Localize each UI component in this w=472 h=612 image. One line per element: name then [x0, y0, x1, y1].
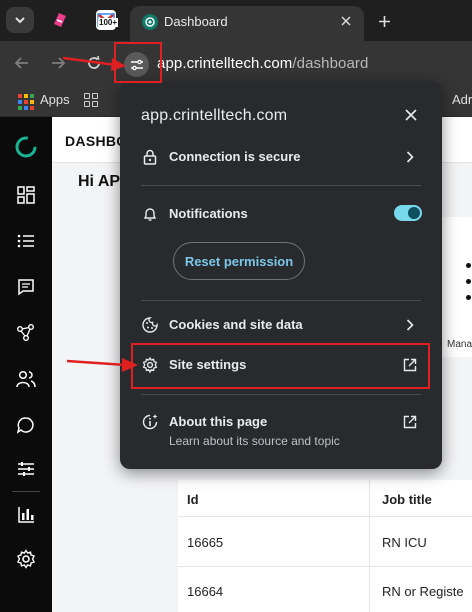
cookies-label: Cookies and site data: [169, 317, 303, 332]
message-icon[interactable]: [14, 275, 38, 299]
chat-icon[interactable]: [14, 413, 38, 437]
card-label: Mana: [447, 339, 472, 350]
chevron-right-icon: [401, 316, 419, 334]
app-sidebar: [0, 117, 52, 612]
open-external-icon: [401, 413, 419, 431]
greeting-text: Hi AP: [78, 173, 121, 190]
lock-icon: [141, 148, 159, 166]
popup-divider: [141, 300, 421, 301]
bookmark-adr[interactable]: Adr: [452, 92, 472, 107]
cookies-row[interactable]: Cookies and site data: [120, 306, 442, 344]
chevron-right-icon: [401, 148, 419, 166]
url-path: /dashboard: [292, 55, 369, 72]
pinned-tab-app[interactable]: [50, 10, 70, 30]
table-row-divider: [178, 516, 472, 517]
back-button[interactable]: [10, 51, 34, 75]
new-tab-button[interactable]: [372, 9, 396, 33]
url-host: app.crintelltech.com: [157, 55, 293, 72]
apps-grid-icon[interactable]: [18, 94, 34, 110]
gmail-badge: 100+: [98, 18, 119, 27]
annotation-arrow-bottom: [66, 358, 138, 372]
reset-permission-button[interactable]: Reset permission: [173, 242, 305, 280]
about-page-label: About this page: [169, 414, 268, 429]
bookmark-apps[interactable]: Apps: [40, 92, 70, 107]
settings-icon[interactable]: [14, 547, 38, 571]
page-title: DASHBO: [65, 133, 128, 149]
dashboard-icon[interactable]: [14, 183, 38, 207]
arrow-left-icon: [14, 57, 28, 69]
bullet-point: [466, 295, 471, 300]
users-icon[interactable]: [14, 367, 38, 391]
chevron-down-icon: [15, 17, 25, 24]
close-icon[interactable]: [401, 105, 421, 125]
annotation-arrow-top: [62, 56, 126, 71]
popup-divider: [141, 185, 421, 186]
table-cell-job-title[interactable]: RN ICU: [382, 535, 427, 550]
crintell-logo-icon[interactable]: [14, 135, 38, 159]
sidebar-divider: [12, 491, 40, 492]
tab-search-button[interactable]: [6, 7, 34, 33]
popup-domain: app.crintelltech.com: [141, 107, 288, 124]
pink-app-icon: [54, 13, 66, 27]
bell-icon: [141, 205, 159, 223]
about-page-subtitle: Learn about its source and topic: [169, 434, 340, 448]
cookie-icon: [141, 316, 159, 334]
tab-dashboard[interactable]: Dashboard: [130, 6, 364, 41]
tab-title: Dashboard: [164, 14, 228, 29]
connection-label: Connection is secure: [169, 149, 301, 164]
notifications-toggle[interactable]: [394, 205, 422, 221]
table-row-divider: [178, 566, 472, 567]
table-cell-id[interactable]: 16664: [187, 584, 223, 599]
plus-icon: [378, 15, 390, 27]
column-header-job-title[interactable]: Job title: [382, 492, 432, 507]
bullet-point: [466, 279, 471, 284]
site-info-popup: app.crintelltech.com Connection is secur…: [120, 81, 442, 469]
table-cell-id[interactable]: 16665: [187, 535, 223, 550]
notifications-label: Notifications: [169, 206, 248, 221]
bullet-point: [466, 263, 471, 268]
crintell-logo-icon: [142, 14, 158, 30]
connection-row[interactable]: Connection is secure: [120, 138, 442, 176]
close-tab-icon[interactable]: [336, 11, 356, 31]
chart-icon[interactable]: [14, 503, 38, 527]
highlight-site-settings: [131, 343, 430, 389]
table-column-divider: [369, 480, 370, 612]
address-bar[interactable]: app.crintelltech.com/dashboard: [157, 55, 368, 72]
network-icon[interactable]: [14, 321, 38, 345]
popup-divider: [141, 394, 421, 395]
browser-tab-strip: 100+ Dashboard: [0, 0, 472, 41]
table-cell-job-title[interactable]: RN or Registe: [382, 584, 464, 599]
sliders-icon[interactable]: [14, 457, 38, 481]
info-sparkle-icon: [141, 413, 159, 431]
tab-groups-icon[interactable]: [84, 93, 98, 107]
column-header-id[interactable]: Id: [187, 492, 199, 507]
list-icon[interactable]: [14, 229, 38, 253]
